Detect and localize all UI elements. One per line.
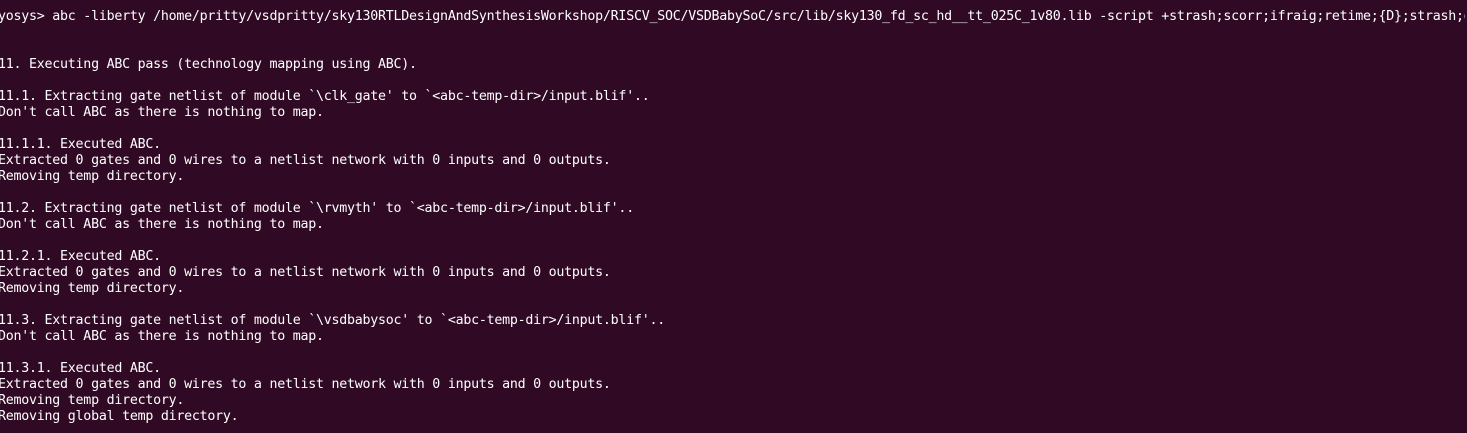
- terminal-line: Extracted 0 gates and 0 wires to a netli…: [0, 153, 611, 168]
- terminal-line: Removing temp directory.: [0, 281, 185, 296]
- terminal-line: 11.3. Extracting gate netlist of module …: [0, 313, 665, 328]
- terminal-line: Extracted 0 gates and 0 wires to a netli…: [0, 265, 611, 280]
- terminal-window[interactable]: yosys> abc -liberty /home/pritty/vsdprit…: [0, 0, 1465, 433]
- terminal-line: Removing global temp directory.: [0, 409, 239, 424]
- terminal-line: yosys> abc -liberty /home/pritty/vsdprit…: [0, 9, 1465, 24]
- terminal-line: 11.1.1. Executed ABC.: [0, 137, 161, 152]
- terminal-line: 11.3.1. Executed ABC.: [0, 361, 161, 376]
- terminal-line: 11.2.1. Executed ABC.: [0, 249, 161, 264]
- terminal-line: 11.1. Extracting gate netlist of module …: [0, 89, 650, 104]
- terminal-line: Extracted 0 gates and 0 wires to a netli…: [0, 377, 611, 392]
- terminal-line: Don't call ABC as there is nothing to ma…: [0, 329, 324, 344]
- terminal-line: Removing temp directory.: [0, 169, 185, 184]
- terminal-line: Don't call ABC as there is nothing to ma…: [0, 217, 324, 232]
- terminal-line: 11.2. Extracting gate netlist of module …: [0, 201, 634, 216]
- terminal-line: Removing temp directory.: [0, 393, 185, 408]
- terminal-line: Don't call ABC as there is nothing to ma…: [0, 105, 324, 120]
- terminal-line: 11. Executing ABC pass (technology mappi…: [0, 57, 417, 72]
